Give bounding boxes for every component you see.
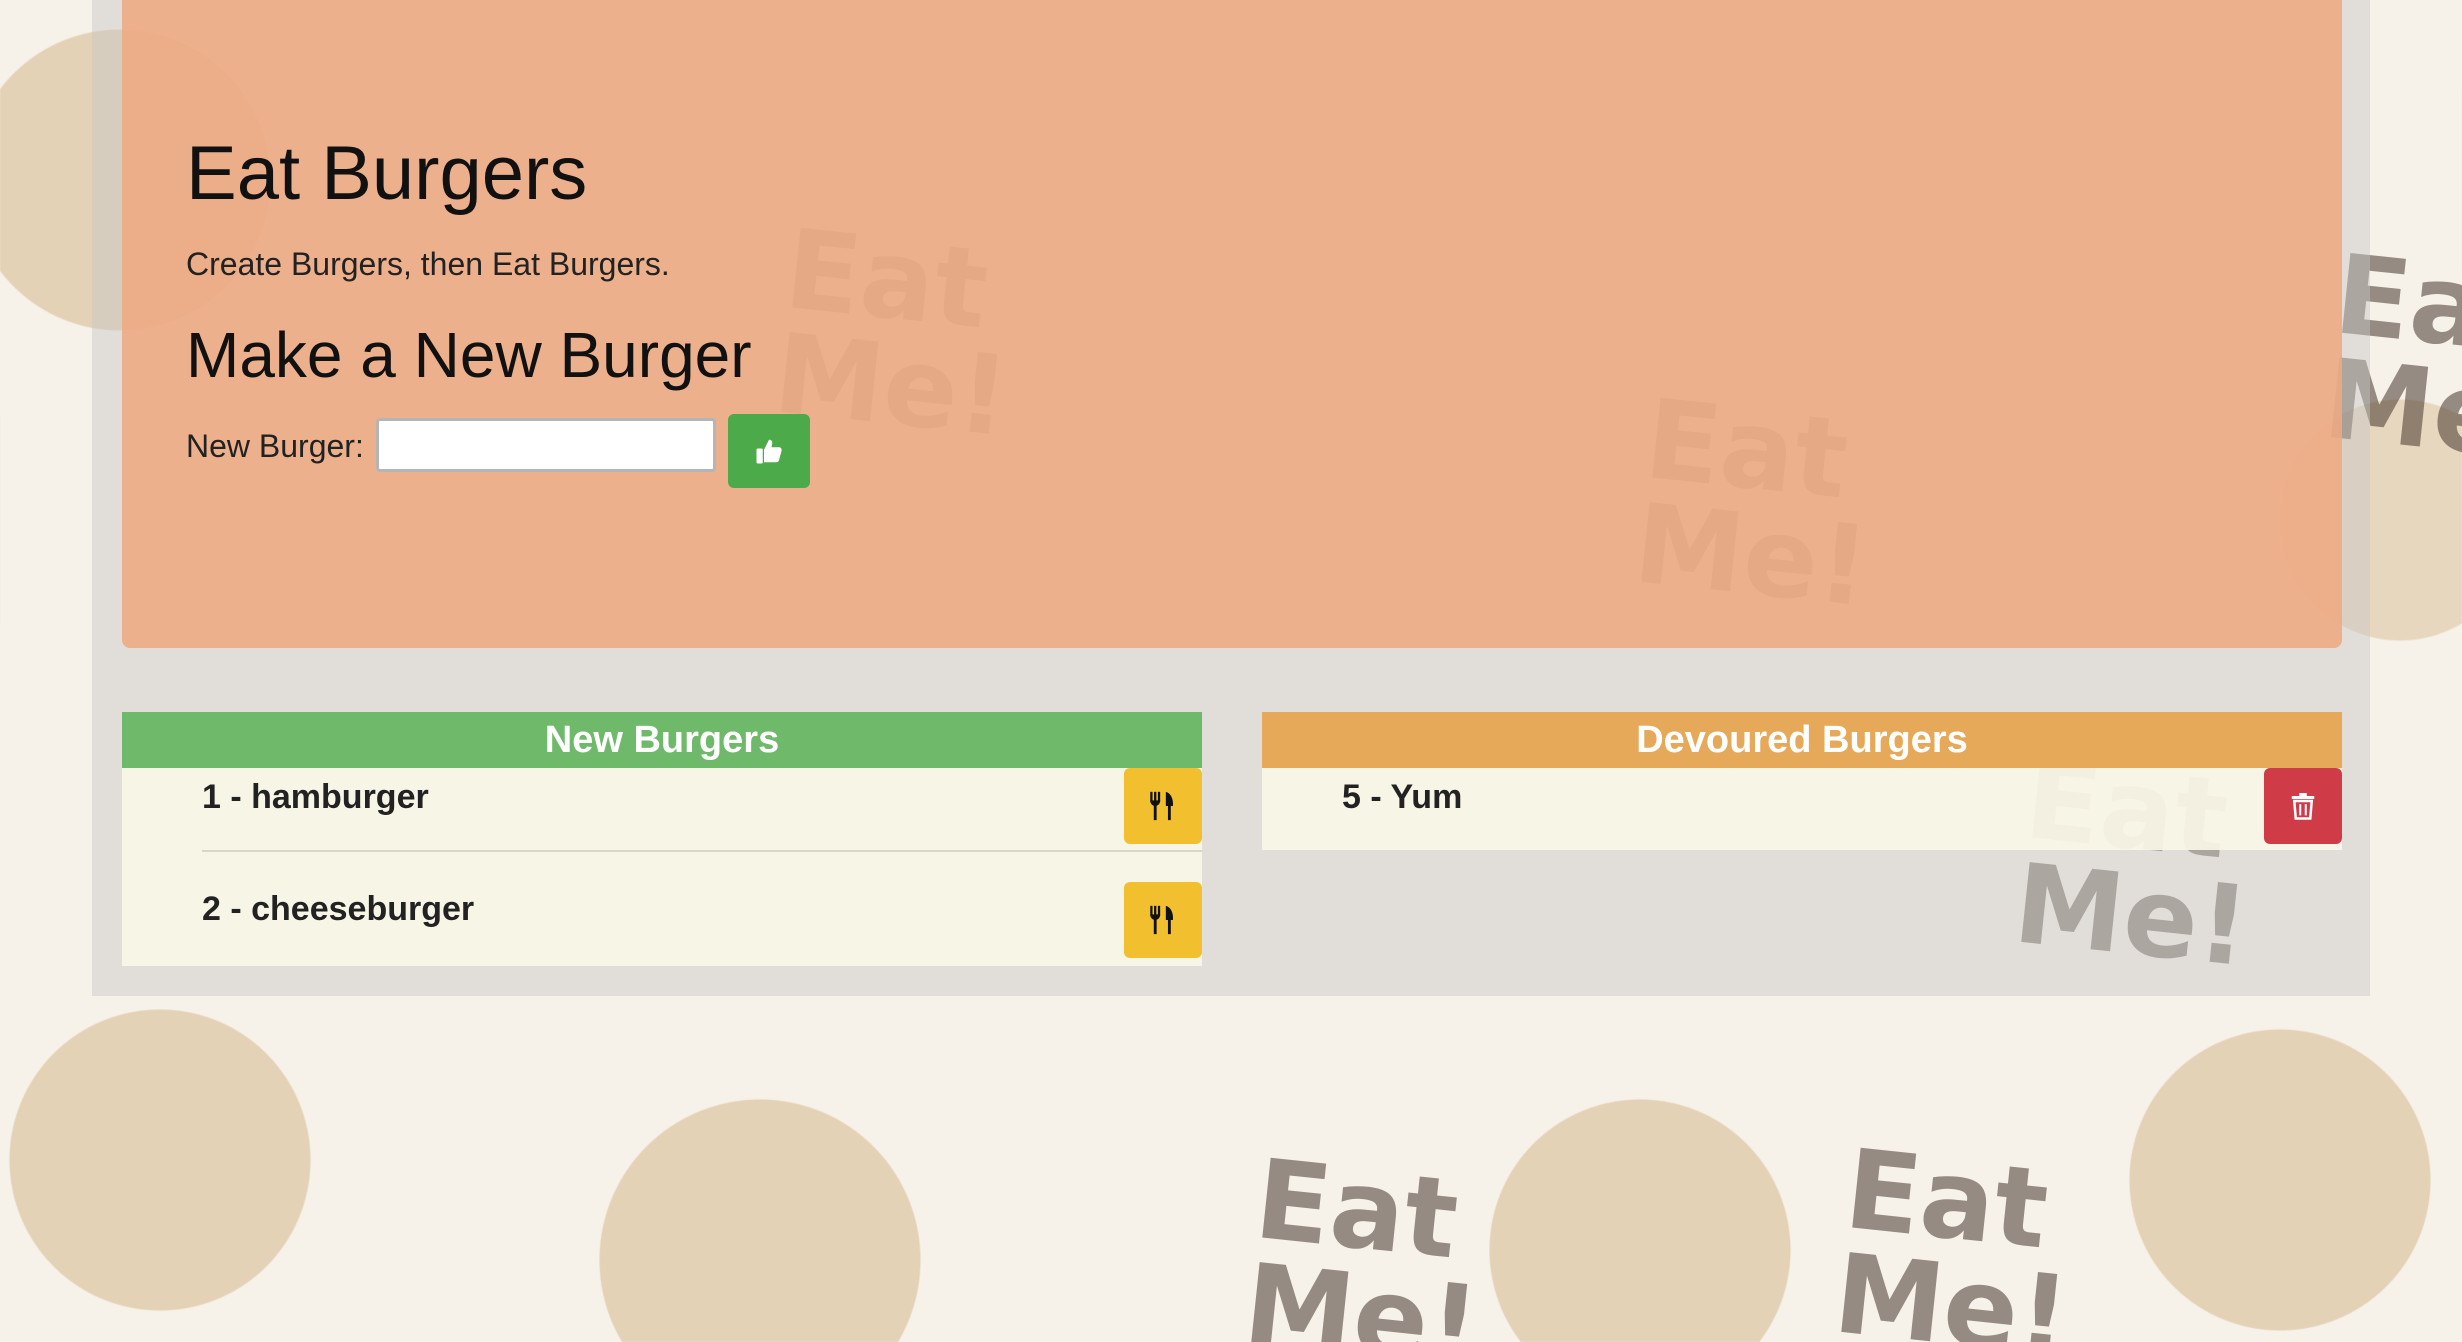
devour-button[interactable] <box>1124 768 1202 844</box>
page-title: Eat Burgers <box>186 131 588 216</box>
burger-name: 1 - hamburger <box>202 778 429 816</box>
jumbotron: Eat Burgers Create Burgers, then Eat Bur… <box>122 0 2342 648</box>
new-burger-label: New Burger: <box>186 428 364 464</box>
new-burgers-list: 1 - hamburger 2 - cheeseburger <box>122 768 1202 966</box>
devour-button[interactable] <box>1124 882 1202 958</box>
utensils-icon <box>1150 905 1174 935</box>
form-title: Make a New Burger <box>186 319 752 391</box>
thumbs-up-icon <box>756 439 782 464</box>
page-tagline: Create Burgers, then Eat Burgers. <box>186 246 670 282</box>
trash-icon <box>2291 793 2315 820</box>
burger-name: 5 - Yum <box>1342 778 1463 816</box>
list-item: 5 - Yum <box>1262 768 2342 850</box>
devoured-burgers-header: Devoured Burgers <box>1262 712 2342 768</box>
burger-name: 2 - cheeseburger <box>202 890 475 928</box>
devoured-burgers-list: 5 - Yum <box>1262 768 2342 850</box>
pattern-text: Eat Me! <box>1238 1135 1485 1342</box>
new-burgers-header: New Burgers <box>122 712 1202 768</box>
new-burgers-panel: New Burgers 1 - hamburger 2 - cheeseburg… <box>122 712 1202 966</box>
list-item: 2 - cheeseburger <box>202 850 1202 958</box>
devoured-burgers-panel: Devoured Burgers 5 - Yum <box>1262 712 2342 850</box>
utensils-icon <box>1150 791 1174 821</box>
list-item: 1 - hamburger <box>122 768 1202 850</box>
new-burger-input[interactable] <box>376 418 716 472</box>
pattern-text: Eat Me! <box>1828 1125 2075 1342</box>
delete-button[interactable] <box>2264 768 2342 844</box>
add-burger-button[interactable] <box>728 414 810 488</box>
